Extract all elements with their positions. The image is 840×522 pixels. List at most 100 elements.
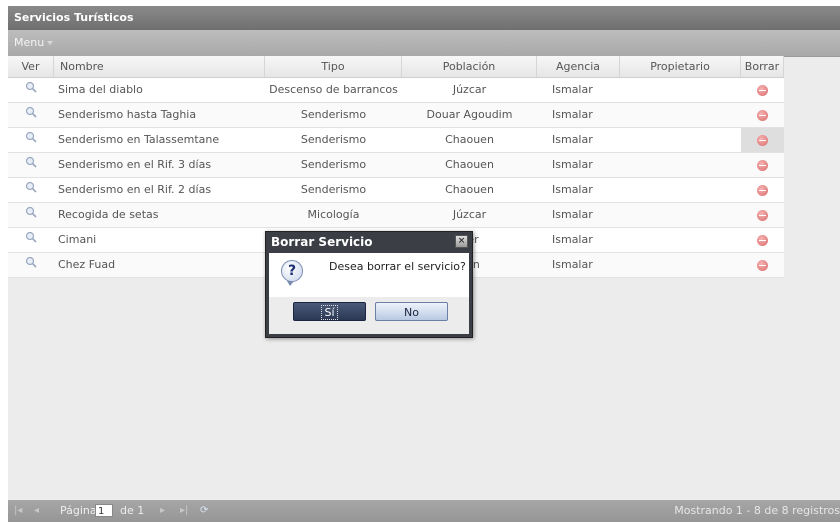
- nombre-cell: Senderismo hasta Taghia: [58, 108, 197, 121]
- yes-button[interactable]: Sí: [293, 302, 366, 321]
- tipo-cell: Senderismo: [300, 133, 367, 146]
- agencia-cell: Ismalar: [552, 133, 593, 146]
- delete-cell[interactable]: [741, 178, 784, 202]
- view-cell[interactable]: [8, 228, 54, 252]
- view-cell[interactable]: [8, 103, 54, 127]
- delete-icon[interactable]: [757, 234, 768, 246]
- nombre-cell: Recogida de setas: [58, 208, 159, 221]
- nombre-cell: Senderismo en el Rif. 3 días: [58, 158, 212, 171]
- prev-page-icon[interactable]: ◂: [34, 500, 39, 522]
- agencia-cell: Ismalar: [552, 108, 593, 121]
- delete-cell[interactable]: [741, 253, 784, 277]
- menu-button[interactable]: Menu: [14, 36, 54, 49]
- delete-icon[interactable]: [757, 209, 768, 221]
- propietario-cell: [620, 228, 741, 252]
- column-header-borrar[interactable]: Borrar: [741, 56, 784, 77]
- dialog-message: Desea borrar el servicio?: [329, 260, 466, 273]
- column-header-tipo[interactable]: Tipo: [265, 56, 402, 77]
- search-icon[interactable]: [25, 153, 37, 177]
- poblacion-cell: Chaouen: [445, 133, 494, 146]
- page-label: Página: [60, 504, 97, 517]
- close-icon[interactable]: ×: [455, 235, 468, 248]
- search-icon[interactable]: [25, 128, 37, 152]
- column-header-propietario[interactable]: Propietario: [620, 56, 741, 77]
- propietario-cell: [620, 253, 741, 277]
- poblacion-cell: Chaouen: [445, 183, 494, 196]
- nombre-cell: Chez Fuad: [58, 258, 116, 271]
- view-cell[interactable]: [8, 78, 54, 102]
- table-row[interactable]: Senderismo en el Rif. 2 días Senderismo Ch…: [8, 178, 784, 203]
- no-label: No: [404, 306, 419, 319]
- first-page-icon[interactable]: |◂: [14, 500, 22, 522]
- paging-toolbar: |◂ ◂ Página 1 de 1 ▸ ▸| ⟳ Mostrando 1 - …: [8, 500, 840, 522]
- view-cell[interactable]: [8, 153, 54, 177]
- delete-icon[interactable]: [757, 134, 768, 146]
- delete-icon[interactable]: [757, 184, 768, 196]
- agencia-cell: Ismalar: [552, 208, 593, 221]
- column-header-poblacion[interactable]: Población: [402, 56, 537, 77]
- paging-status: Mostrando 1 - 8 de 8 registros: [674, 504, 840, 517]
- poblacion-cell: Júzcar: [452, 208, 487, 221]
- last-page-icon[interactable]: ▸|: [180, 500, 188, 522]
- view-cell[interactable]: [8, 253, 54, 277]
- search-icon[interactable]: [25, 78, 37, 102]
- delete-cell[interactable]: [741, 203, 784, 227]
- yes-label: Sí: [321, 305, 338, 320]
- dialog-title: Borrar Servicio: [271, 235, 373, 249]
- agencia-cell: Ismalar: [552, 183, 593, 196]
- search-icon[interactable]: [25, 103, 37, 127]
- delete-icon[interactable]: [757, 109, 768, 121]
- chevron-down-icon: [47, 41, 54, 45]
- propietario-cell: [620, 78, 741, 102]
- table-row[interactable]: Senderismo en Talassemtane Senderismo Chao…: [8, 128, 784, 153]
- tipo-cell: Micología: [307, 208, 360, 221]
- view-cell[interactable]: [8, 203, 54, 227]
- view-cell[interactable]: [8, 178, 54, 202]
- propietario-cell: [620, 128, 741, 152]
- no-button[interactable]: No: [375, 302, 448, 321]
- table-row[interactable]: Senderismo hasta Taghia Senderismo Douar A…: [8, 103, 784, 128]
- delete-cell[interactable]: [741, 128, 784, 152]
- delete-icon[interactable]: [757, 159, 768, 171]
- nombre-cell: Senderismo en Talassemtane: [58, 133, 220, 146]
- table-row[interactable]: Sima del diablo Descenso de barrancos Júzc…: [8, 78, 784, 103]
- delete-confirm-dialog: Borrar Servicio × ? Desea borrar el serv…: [265, 231, 473, 338]
- table-row[interactable]: Recogida de setas Micología Júzcar Ismalar: [8, 203, 784, 228]
- delete-icon[interactable]: [757, 259, 768, 271]
- menu-label: Menu: [14, 36, 45, 49]
- agencia-cell: Ismalar: [552, 258, 593, 271]
- next-page-icon[interactable]: ▸: [160, 500, 165, 522]
- menu-bar: Menu: [8, 30, 840, 57]
- main-panel: Servicios Turísticos Menu Ver Nombre Tip…: [8, 6, 840, 522]
- question-icon: ?: [281, 260, 303, 286]
- refresh-icon[interactable]: ⟳: [200, 500, 208, 522]
- table-row[interactable]: Senderismo en el Rif. 3 días Senderismo Ch…: [8, 153, 784, 178]
- propietario-cell: [620, 153, 741, 177]
- agencia-cell: Ismalar: [552, 83, 593, 96]
- column-header-ver[interactable]: Ver: [8, 56, 54, 77]
- delete-cell[interactable]: [741, 153, 784, 177]
- poblacion-cell: Douar Agoudim: [426, 108, 513, 121]
- search-icon[interactable]: [25, 203, 37, 227]
- grid-header: Ver Nombre Tipo Población Agencia Propie…: [8, 56, 784, 78]
- tipo-cell: Descenso de barrancos: [269, 83, 398, 96]
- search-icon[interactable]: [25, 178, 37, 202]
- search-icon[interactable]: [25, 253, 37, 277]
- nombre-cell: Cimani: [58, 233, 97, 246]
- propietario-cell: [620, 103, 741, 127]
- column-header-agencia[interactable]: Agencia: [537, 56, 620, 77]
- tipo-cell: Senderismo: [300, 183, 367, 196]
- view-cell[interactable]: [8, 128, 54, 152]
- delete-icon[interactable]: [757, 84, 768, 96]
- page-of-label: de 1: [120, 504, 145, 517]
- nombre-cell: Sima del diablo: [58, 83, 143, 96]
- delete-cell[interactable]: [741, 228, 784, 252]
- page-number-input[interactable]: 1: [95, 504, 113, 517]
- nombre-cell: Senderismo en el Rif. 2 días: [58, 183, 212, 196]
- column-header-nombre[interactable]: Nombre: [54, 56, 265, 77]
- delete-cell[interactable]: [741, 78, 784, 102]
- window-title: Servicios Turísticos: [8, 6, 840, 30]
- search-icon[interactable]: [25, 228, 37, 252]
- delete-cell[interactable]: [741, 103, 784, 127]
- tipo-cell: Senderismo: [300, 108, 367, 121]
